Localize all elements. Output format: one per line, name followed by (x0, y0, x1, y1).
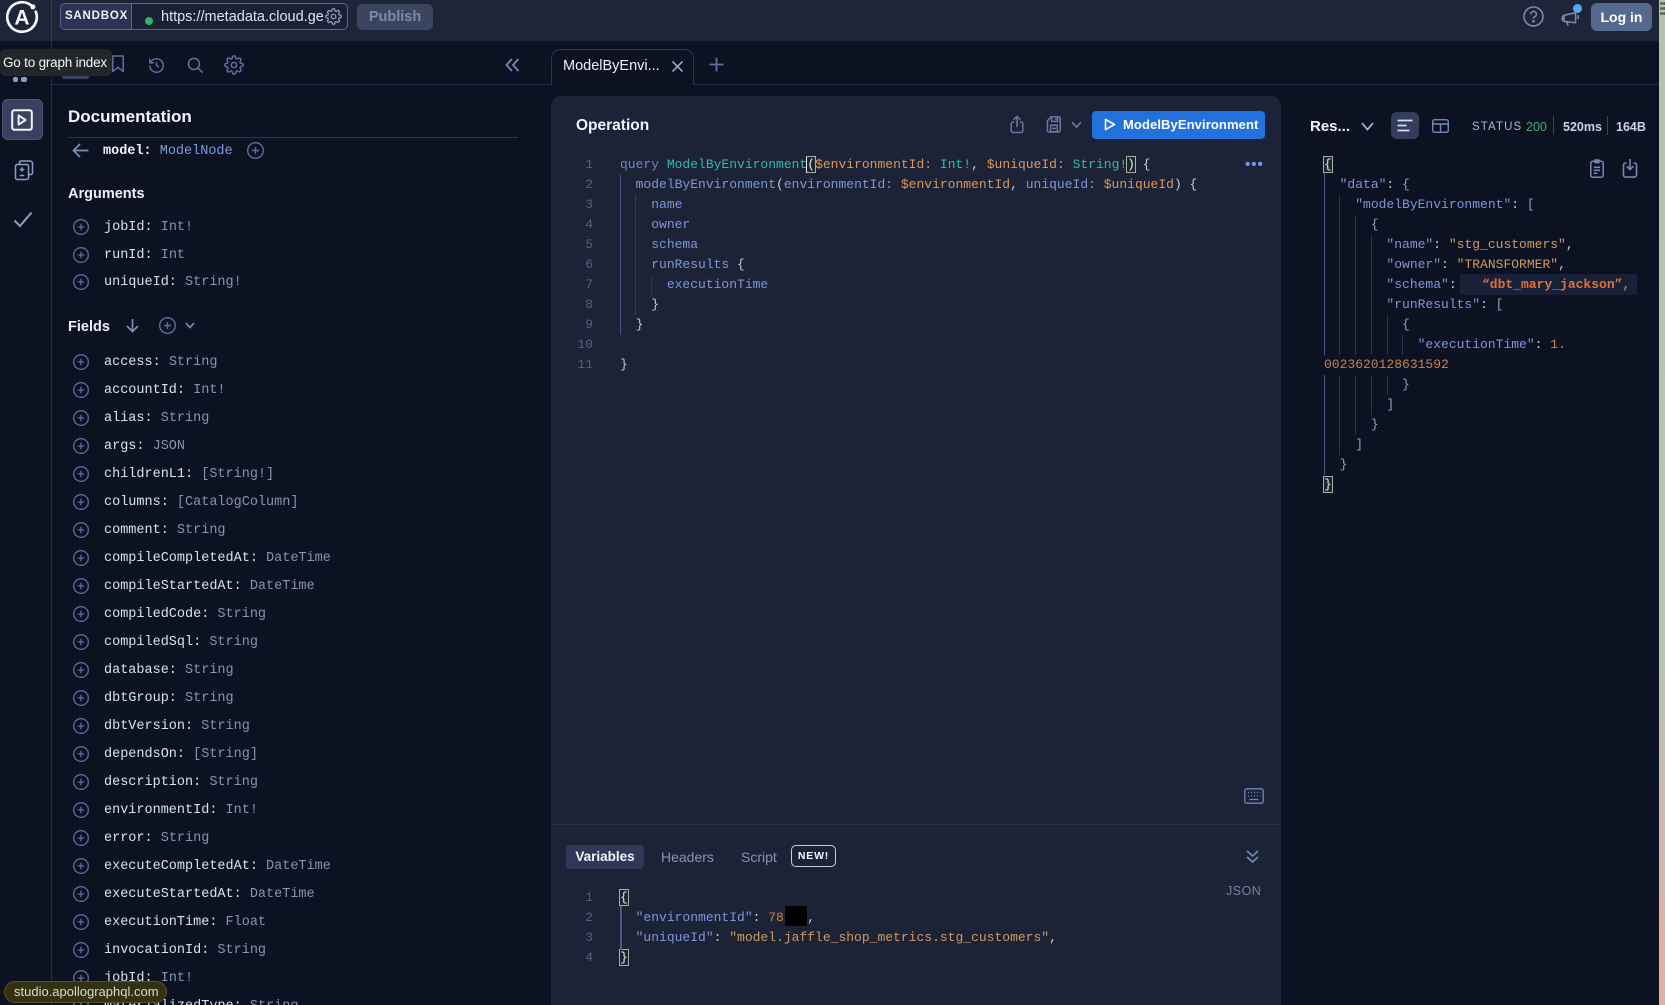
svg-text:A: A (14, 7, 29, 30)
